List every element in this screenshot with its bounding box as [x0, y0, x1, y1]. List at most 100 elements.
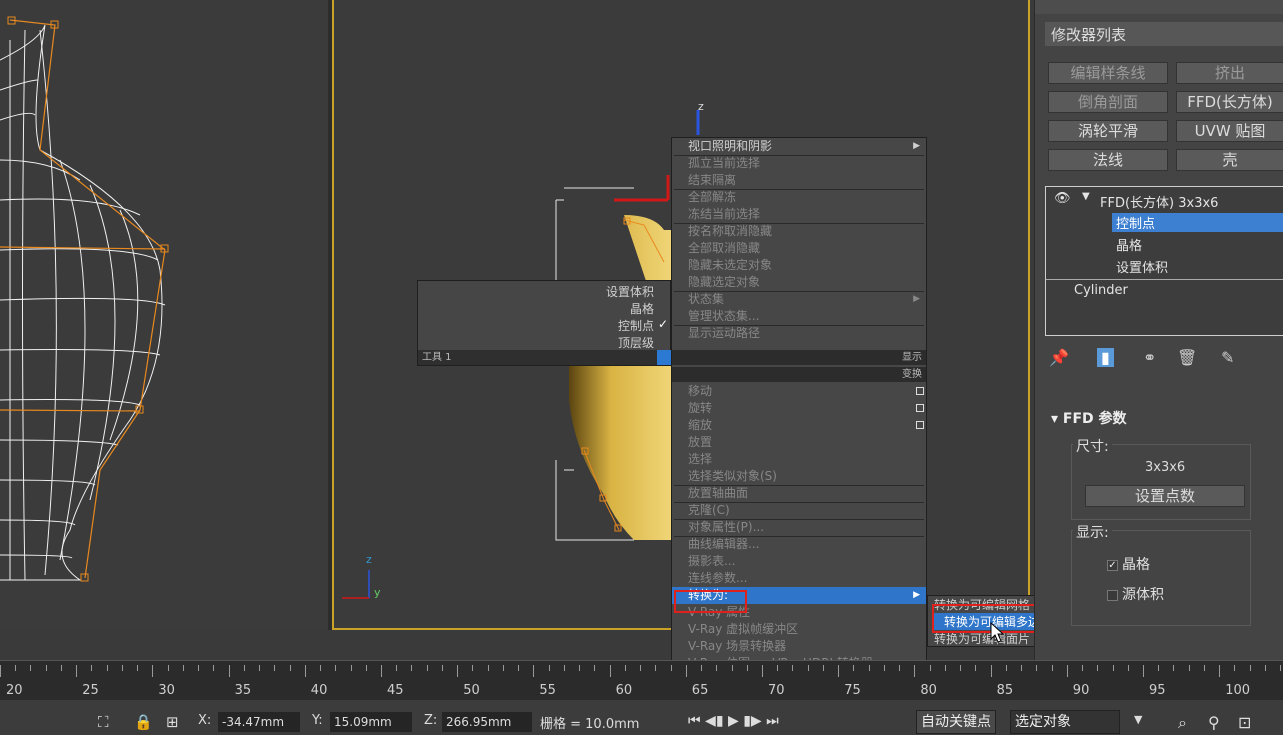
pin-stack-icon[interactable]: 📌	[1049, 348, 1069, 367]
quad-menu-item-bot-1[interactable]: 旋转	[672, 400, 926, 417]
quad-menu-item-top-9[interactable]: 状态集 ▶	[672, 291, 926, 308]
options-box-icon[interactable]	[916, 421, 924, 429]
ffd-params-rollout[interactable]: ▾ FFD 参数	[1045, 408, 1283, 432]
quad-menu-item-bot-15[interactable]: V-Ray 场景转换器	[672, 638, 926, 655]
make-unique-icon[interactable]: ⚭	[1143, 348, 1156, 367]
quad-menu-item-label: 按名称取消隐藏	[688, 224, 773, 238]
stack-sub-volume[interactable]: 设置体积	[1116, 257, 1168, 276]
quad-menu-item-label: 克隆(C)	[688, 503, 730, 517]
zoom-icon[interactable]: ⌕	[1178, 713, 1187, 733]
modifier-button-5[interactable]: UVW 贴图	[1176, 120, 1283, 142]
z-coordinate-field[interactable]: 266.95mm	[442, 712, 532, 732]
mouse-cursor-icon	[990, 622, 1005, 643]
timeline-tick-label: 60	[615, 683, 633, 698]
quad-menu-item-bot-14[interactable]: V-Ray 虚拟帧缓冲区	[672, 621, 926, 638]
quad-item-lattice[interactable]: 晶格	[630, 300, 654, 317]
quad-menu-item-bot-3[interactable]: 放置	[672, 434, 926, 451]
playback-controls[interactable]: ⏮ ◀▮ ▶ ▮▶ ⏭	[688, 713, 779, 729]
quad-menu-item-bot-5[interactable]: 选择类似对象(S)	[672, 468, 926, 485]
quad-menu-item-label: 移动	[688, 384, 713, 398]
quad-menu-item-top-7[interactable]: 隐藏未选定对象	[672, 257, 926, 274]
quad-menu-item-bot-10[interactable]: 摄影表...	[672, 553, 926, 570]
modifier-button-7[interactable]: 壳	[1176, 149, 1283, 171]
quad-menu-item-bot-8[interactable]: 对象属性(P)...	[672, 519, 926, 536]
quad-menu-item-top-0[interactable]: 视口照明和阴影 ▶	[672, 138, 926, 155]
quad-menu-item-bot-4[interactable]: 选择	[672, 451, 926, 468]
options-box-icon[interactable]	[916, 404, 924, 412]
stack-item-cylinder[interactable]: Cylinder	[1074, 283, 1128, 298]
quad-menu-item-top-6[interactable]: 全部取消隐藏	[672, 240, 926, 257]
lock-icon[interactable]: 🔒	[134, 713, 153, 731]
timeline-tick-label: 20	[6, 683, 23, 698]
modifier-button-6[interactable]: 法线	[1048, 149, 1168, 171]
modifier-button-3[interactable]: FFD(长方体)	[1176, 91, 1283, 113]
ffd-params-title: FFD 参数	[1062, 411, 1127, 427]
quad-menu-item-label: 冻结当前选择	[688, 207, 761, 221]
auto-key-button[interactable]: 自动关键点	[916, 710, 996, 734]
quad-item-set-volume[interactable]: 设置体积	[606, 283, 654, 300]
tripod-y-label: y	[374, 586, 381, 599]
quad-menu-item-bot-7[interactable]: 克隆(C)	[672, 502, 926, 519]
vase-wireframe	[0, 16, 169, 582]
quad-menu-left: 设置体积 晶格 控制点 ✓ 顶层级 工具 1	[417, 280, 671, 366]
quad-menu-item-top-3[interactable]: 全部解冻	[672, 189, 926, 206]
quad-menu-item-top-5[interactable]: 按名称取消隐藏	[672, 223, 926, 240]
source-volume-checkbox[interactable]: 源体积	[1107, 584, 1164, 604]
x-coordinate-field[interactable]: -34.47mm	[218, 712, 300, 732]
remove-modifier-icon[interactable]: 🗑	[1177, 348, 1197, 367]
quad-menu-item-top-11[interactable]: 显示运动路径	[672, 325, 926, 342]
expand-triangle-icon[interactable]: ▼	[1082, 191, 1090, 202]
quad-menu-item-top-10[interactable]: 管理状态集...	[672, 308, 926, 325]
quad-menu-item-top-2[interactable]: 结束隔离	[672, 172, 926, 189]
timeline-tick-label: 45	[387, 683, 404, 698]
stack-sub-lattice[interactable]: 晶格	[1116, 235, 1142, 254]
command-panel: 修改器列表 编辑样条线 挤出 倒角剖面 FFD(长方体) 涡轮平滑 UVW 贴图 法线壳 👁…	[1034, 0, 1283, 660]
quad-menu-right: 视口照明和阴影 ▶ 孤立当前选择 结束隔离 全部解冻 冻结当前选择 按名称取消隐藏 全部取消隐…	[671, 137, 927, 713]
modifier-list-dropdown[interactable]: 修改器列表	[1045, 22, 1283, 46]
options-box-icon[interactable]	[916, 387, 924, 395]
quad-menu-item-top-8[interactable]: 隐藏选定对象	[672, 274, 926, 291]
quad-menu-item-bot-2[interactable]: 缩放	[672, 417, 926, 434]
zoom-extents-icon[interactable]: ⊡	[1238, 713, 1251, 732]
submenu-arrow-icon: ▶	[913, 590, 920, 600]
configure-modifier-sets-icon[interactable]: ✎	[1221, 348, 1234, 367]
show-end-result-icon[interactable]: ▮	[1097, 348, 1114, 367]
selected-object-dropdown[interactable]: 选定对象	[1010, 710, 1120, 734]
stack-sub-control-points[interactable]: 控制点	[1112, 213, 1283, 232]
eye-icon[interactable]: 👁	[1054, 191, 1071, 206]
transform-type-in-icon[interactable]: ⊞	[166, 713, 179, 731]
x-label: X:	[198, 713, 212, 728]
quad-center-left[interactable]	[657, 350, 671, 365]
quad-menu-item-label: 选择类似对象(S)	[688, 469, 777, 483]
modifier-button-0[interactable]: 编辑样条线	[1048, 62, 1168, 84]
zoom-all-icon[interactable]: ⚲	[1208, 713, 1220, 732]
set-points-button[interactable]: 设置点数	[1085, 485, 1245, 507]
quad-item-top-level[interactable]: 顶层级	[618, 334, 654, 351]
lattice-checkbox[interactable]: ✓ 晶格	[1107, 554, 1150, 574]
stack-item-ffd[interactable]: FFD(长方体) 3x3x6	[1100, 192, 1218, 211]
quad-menu-item-label: 缩放	[688, 418, 713, 432]
quad-item-control-points[interactable]: 控制点	[618, 317, 654, 334]
viewport-left[interactable]	[0, 0, 328, 630]
chevron-down-icon[interactable]: ▼	[1134, 713, 1142, 726]
modifier-button-2[interactable]: 倒角剖面	[1048, 91, 1168, 113]
timeline-ruler[interactable]: 20 25 30 35 40 45 50 55 60 65 70 75 80 85 90 95 100	[0, 660, 1283, 700]
quad-menu-item-top-1[interactable]: 孤立当前选择	[672, 155, 926, 172]
y-coordinate-field[interactable]: 15.09mm	[330, 712, 412, 732]
quad-menu-item-bot-6[interactable]: 放置轴曲面	[672, 485, 926, 502]
selection-lock-icon[interactable]: ⛶	[98, 713, 109, 731]
vase-mesh[interactable]	[569, 215, 674, 540]
modifier-stack[interactable]: 👁 ▼ FFD(长方体) 3x3x6 控制点 晶格 设置体积 Cylinder	[1045, 186, 1283, 336]
quad-menu-item-bot-11[interactable]: 连线参数...	[672, 570, 926, 587]
quad-band-display: 显示	[672, 350, 926, 365]
quad-menu-item-bot-0[interactable]: 移动	[672, 383, 926, 400]
timeline-tick-label: 90	[1072, 683, 1090, 698]
quad-menu-item-top-4[interactable]: 冻结当前选择	[672, 206, 926, 223]
quad-menu-item-label: 视口照明和阴影	[688, 139, 773, 153]
quad-menu-item-label: 孤立当前选择	[688, 156, 761, 170]
quad-band-transform: 变换	[672, 367, 926, 382]
quad-menu-item-label: 对象属性(P)...	[688, 520, 765, 534]
quad-menu-item-bot-9[interactable]: 曲线编辑器...	[672, 536, 926, 553]
modifier-button-4[interactable]: 涡轮平滑	[1048, 120, 1168, 142]
modifier-button-1[interactable]: 挤出	[1176, 62, 1283, 84]
